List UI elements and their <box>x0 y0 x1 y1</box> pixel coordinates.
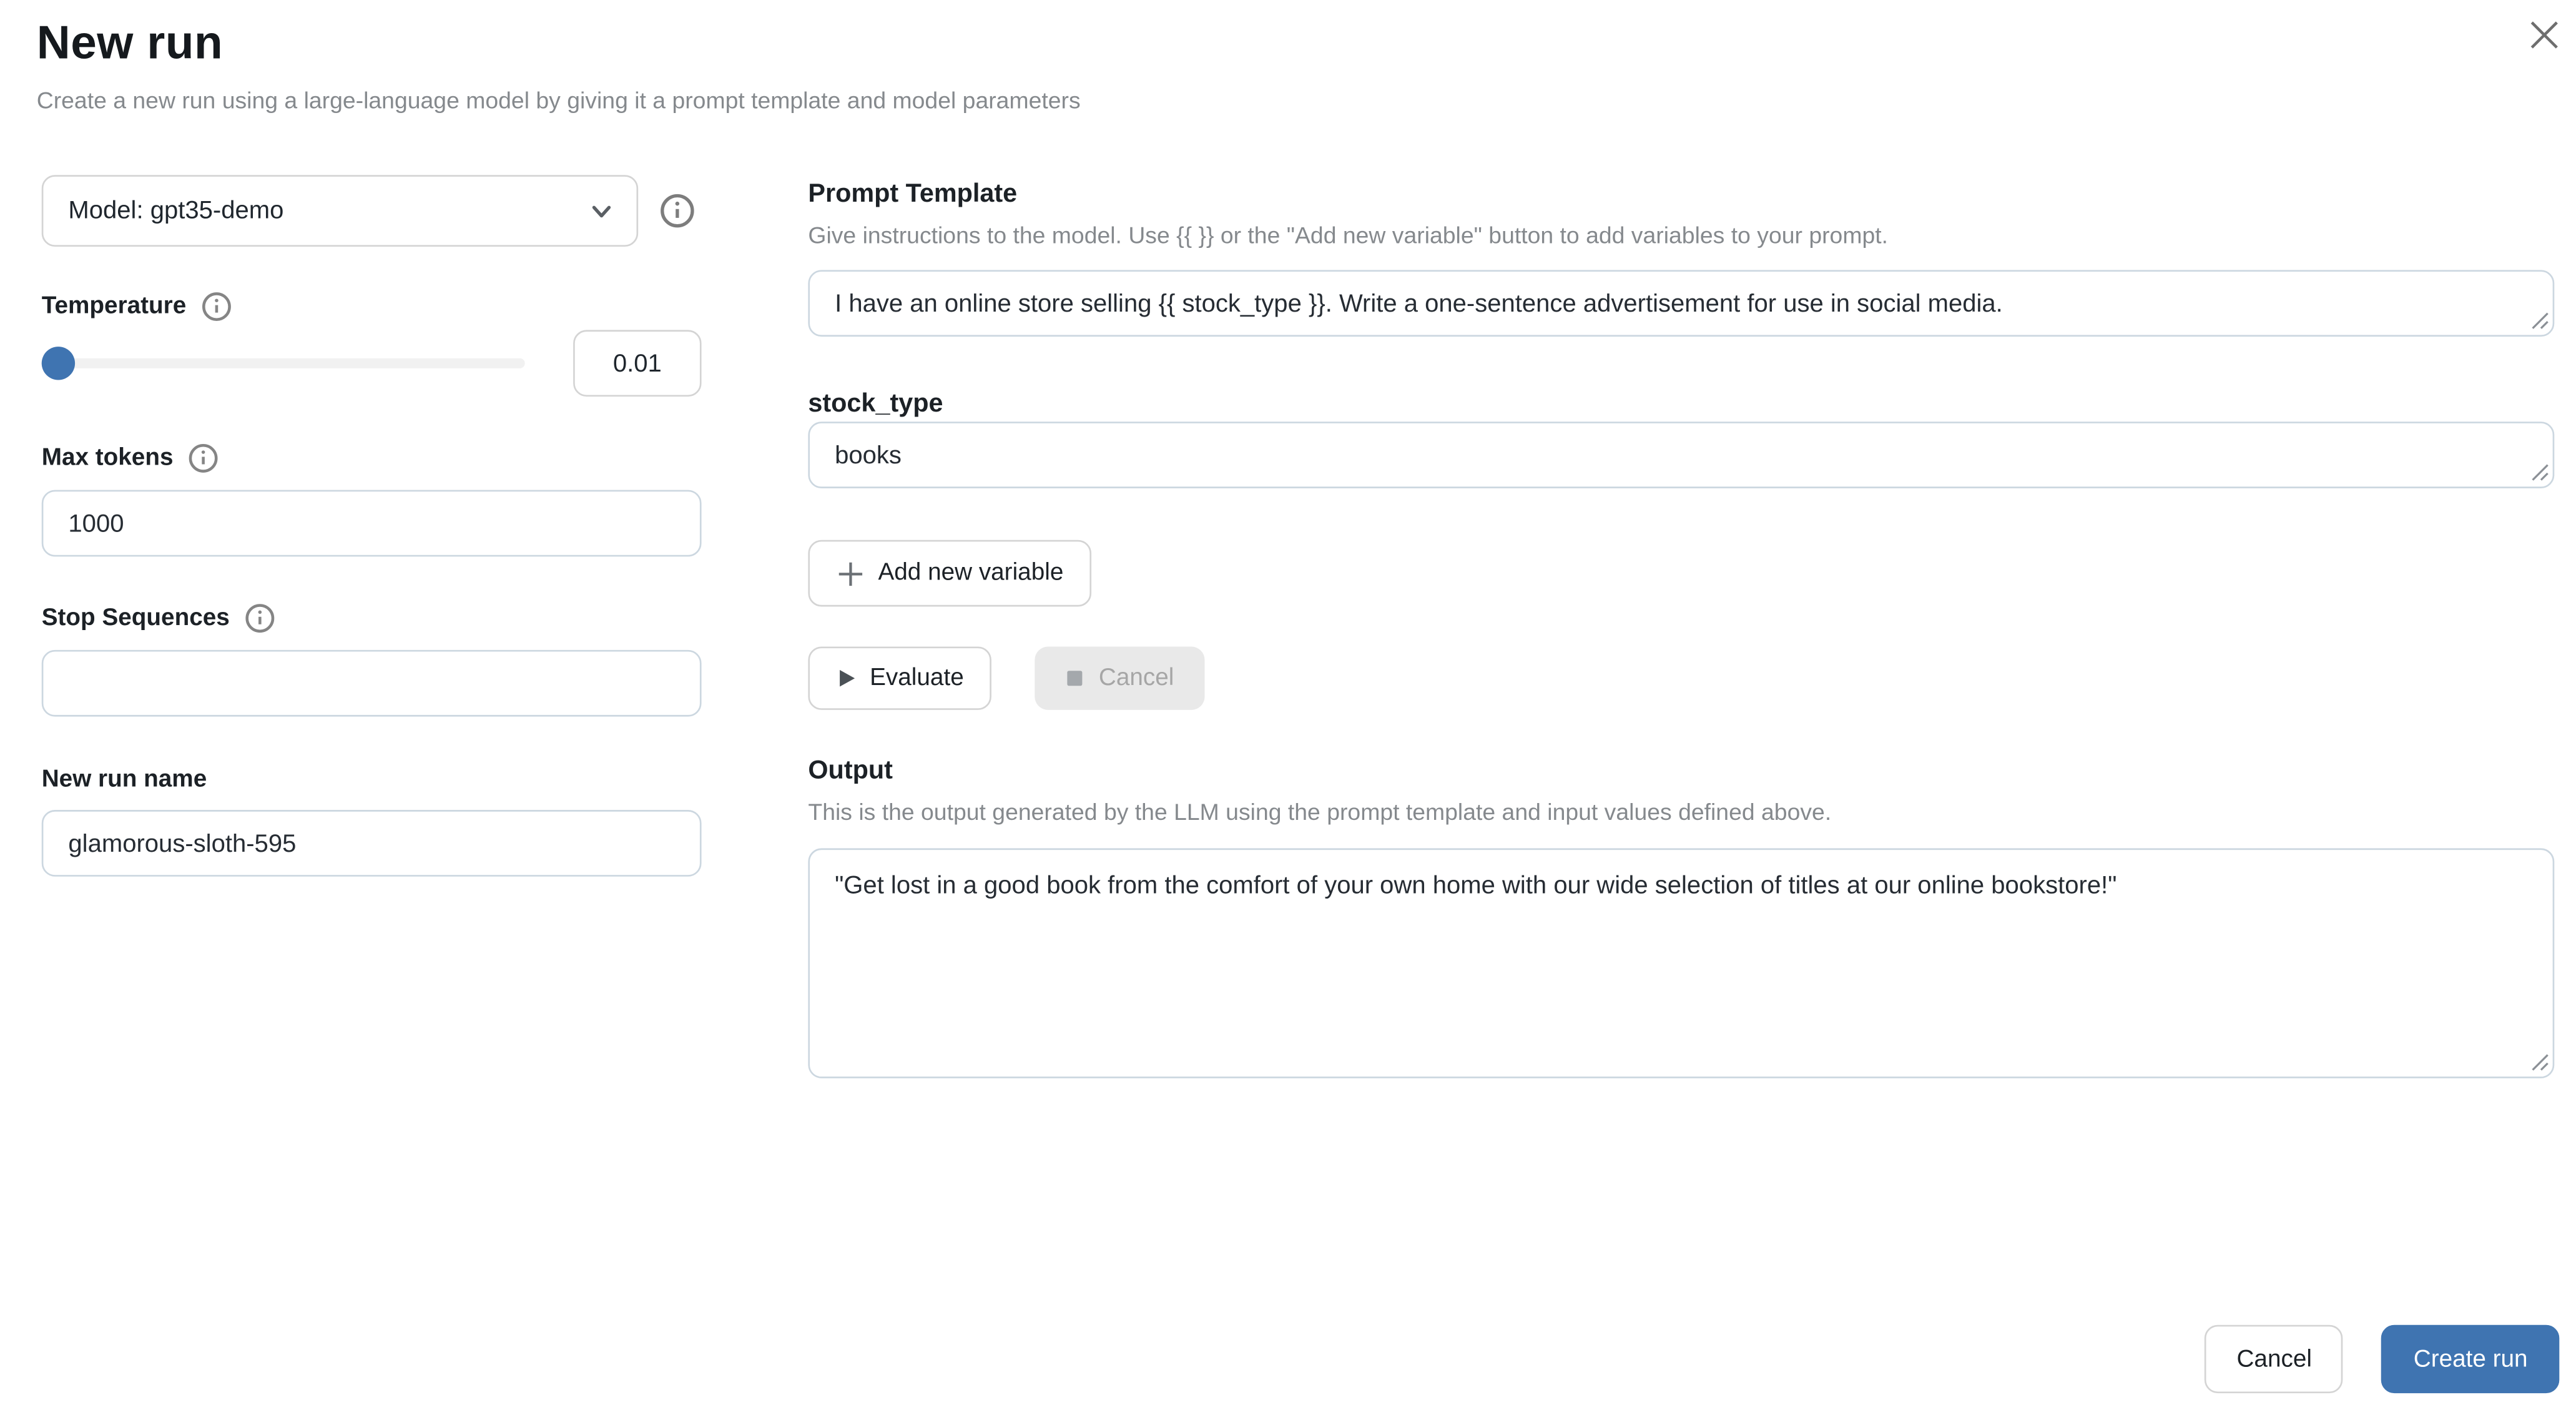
evaluate-button[interactable]: Evaluate <box>808 647 992 710</box>
temperature-value-input[interactable] <box>573 330 701 397</box>
output-title: Output <box>808 757 2554 790</box>
model-select[interactable]: Model: gpt35-demo <box>42 175 638 247</box>
model-info-icon[interactable] <box>660 194 695 229</box>
create-run-button[interactable]: Create run <box>2382 1325 2559 1393</box>
temperature-slider[interactable] <box>42 347 525 380</box>
model-parameters-panel: Model: gpt35-demo Temperature Max t <box>42 175 702 877</box>
prompt-template-title: Prompt Template <box>808 180 2554 213</box>
temperature-label: Temperature <box>42 293 187 320</box>
model-select-value: Model: gpt35-demo <box>68 197 589 225</box>
resize-grip-icon[interactable] <box>2529 460 2549 487</box>
prompt-template-description: Give instructions to the model. Use {{ }… <box>808 222 2554 252</box>
stop-sequences-info-icon[interactable] <box>245 603 275 633</box>
page-title: New run <box>37 17 224 70</box>
cancel-evaluation-label: Cancel <box>1099 665 1174 692</box>
new-run-name-input[interactable] <box>42 810 702 877</box>
evaluate-label: Evaluate <box>870 665 964 692</box>
cancel-evaluation-button: Cancel <box>1036 647 1204 710</box>
new-run-dialog: New run Create a new run using a large-l… <box>0 0 2576 1415</box>
max-tokens-input[interactable] <box>42 490 702 557</box>
stop-sequences-label: Stop Sequences <box>42 605 230 632</box>
temperature-slider-track[interactable] <box>42 358 525 368</box>
max-tokens-info-icon[interactable] <box>189 443 219 473</box>
resize-grip-icon[interactable] <box>2529 308 2549 335</box>
add-new-variable-label: Add new variable <box>878 560 1063 587</box>
prompt-panel: Prompt Template Give instructions to the… <box>808 175 2554 1083</box>
prompt-template-textarea[interactable]: I have an online store selling {{ stock_… <box>808 270 2554 337</box>
dialog-footer: Cancel Create run <box>2205 1325 2560 1393</box>
chevron-down-icon <box>590 199 613 222</box>
stop-icon <box>1066 668 1086 688</box>
close-icon <box>2526 17 2563 54</box>
max-tokens-label: Max tokens <box>42 445 174 472</box>
variable-name-label: stock_type <box>808 390 2554 422</box>
dialog-subtitle: Create a new run using a large-language … <box>37 87 1081 114</box>
stop-sequences-input[interactable] <box>42 650 702 717</box>
temperature-slider-thumb[interactable] <box>42 347 75 380</box>
resize-grip-icon[interactable] <box>2529 1050 2549 1077</box>
output-textarea[interactable]: "Get lost in a good book from the comfor… <box>808 848 2554 1078</box>
variable-value-textarea[interactable]: books <box>808 422 2554 488</box>
output-description: This is the output generated by the LLM … <box>808 798 2554 828</box>
plus-icon <box>837 559 865 587</box>
cancel-button[interactable]: Cancel <box>2205 1325 2344 1393</box>
add-new-variable-button[interactable]: Add new variable <box>808 540 1091 607</box>
play-icon <box>837 668 857 688</box>
temperature-info-icon[interactable] <box>201 292 231 322</box>
new-run-name-label: New run name <box>42 767 207 794</box>
close-button[interactable] <box>2519 10 2569 60</box>
